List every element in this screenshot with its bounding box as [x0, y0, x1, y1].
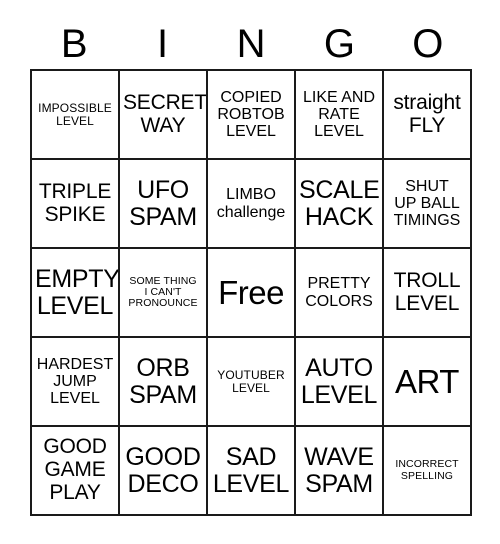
bingo-header-letter-b: B	[60, 22, 88, 66]
bingo-cell-free-space[interactable]: Free	[208, 249, 296, 338]
bingo-cell-r1c2[interactable]: SECRET WAY	[120, 71, 208, 160]
bingo-free-space-label: Free	[218, 273, 284, 311]
bingo-cell-r2c2[interactable]: UFO SPAM	[120, 160, 208, 249]
bingo-cell-label: straight FLY	[393, 90, 461, 137]
bingo-cell-r5c3[interactable]: SAD LEVEL	[208, 427, 296, 516]
bingo-cell-r2c1[interactable]: TRIPLE SPIKE	[32, 160, 120, 249]
bingo-cell-r3c4[interactable]: PRETTY COLORS	[296, 249, 384, 338]
bingo-cell-label: ART	[395, 362, 459, 400]
bingo-cell-label: LIMBO challenge	[216, 186, 286, 221]
bingo-cell-label: LIKE AND RATE LEVEL	[302, 88, 376, 141]
bingo-grid: IMPOSSIBLE LEVEL SECRET WAY COPIED ROBTO…	[30, 69, 472, 516]
bingo-cell-r1c5[interactable]: straight FLY	[384, 71, 472, 160]
bingo-cell-r5c2[interactable]: GOOD DECO	[120, 427, 208, 516]
bingo-header-letter-g: G	[323, 22, 355, 66]
bingo-cell-r5c5[interactable]: INCORRECT SPELLING	[384, 427, 472, 516]
bingo-cell-label: GOOD DECO	[125, 442, 201, 498]
bingo-cell-r2c5[interactable]: SHUT UP BALL TIMINGS	[384, 160, 472, 249]
bingo-cell-r4c4[interactable]: AUTO LEVEL	[296, 338, 384, 427]
bingo-cell-r4c5[interactable]: ART	[384, 338, 472, 427]
bingo-cell-r1c1[interactable]: IMPOSSIBLE LEVEL	[32, 71, 120, 160]
bingo-cell-label: ORB SPAM	[129, 353, 197, 409]
bingo-cell-r1c4[interactable]: LIKE AND RATE LEVEL	[296, 71, 384, 160]
bingo-card: B I N G O IMPOSSIBLE LEVEL SECRET WAY CO…	[0, 0, 500, 544]
bingo-cell-r5c4[interactable]: WAVE SPAM	[296, 427, 384, 516]
bingo-cell-r3c5[interactable]: TROLL LEVEL	[384, 249, 472, 338]
bingo-cell-r1c3[interactable]: COPIED ROBTOB LEVEL	[208, 71, 296, 160]
bingo-cell-r2c4[interactable]: SCALE HACK	[296, 160, 384, 249]
bingo-cell-r4c1[interactable]: HARDEST JUMP LEVEL	[32, 338, 120, 427]
bingo-cell-label: WAVE SPAM	[304, 442, 374, 498]
bingo-cell-label: INCORRECT SPELLING	[395, 458, 459, 482]
bingo-cell-r3c2[interactable]: SOME THING I CAN'T PRONOUNCE	[120, 249, 208, 338]
bingo-cell-label: HARDEST JUMP LEVEL	[36, 355, 114, 408]
bingo-cell-label: EMPTY LEVEL	[35, 264, 120, 320]
bingo-cell-label: PRETTY COLORS	[305, 275, 373, 310]
bingo-cell-label: UFO SPAM	[129, 175, 197, 231]
bingo-header-letter-o: O	[412, 22, 444, 66]
bingo-cell-label: SOME THING I CAN'T PRONOUNCE	[128, 274, 198, 310]
bingo-cell-r4c3[interactable]: YOUTUBER LEVEL	[208, 338, 296, 427]
bingo-cell-r5c1[interactable]: GOOD GAME PLAY	[32, 427, 120, 516]
bingo-cell-label: IMPOSSIBLE LEVEL	[38, 100, 112, 128]
bingo-cell-r4c2[interactable]: ORB SPAM	[120, 338, 208, 427]
bingo-cell-label: SECRET WAY	[123, 90, 207, 137]
bingo-cell-label: YOUTUBER LEVEL	[217, 367, 285, 395]
bingo-cell-label: TRIPLE SPIKE	[38, 179, 112, 226]
bingo-cell-r2c3[interactable]: LIMBO challenge	[208, 160, 296, 249]
bingo-cell-label: COPIED ROBTOB LEVEL	[217, 88, 285, 141]
bingo-cell-label: SAD LEVEL	[212, 442, 290, 498]
bingo-header-letter-n: N	[236, 22, 266, 66]
bingo-header-letter-i: I	[157, 22, 169, 66]
bingo-header-row: B I N G O	[30, 20, 472, 68]
bingo-cell-r3c1[interactable]: EMPTY LEVEL	[32, 249, 120, 338]
bingo-cell-label: SHUT UP BALL TIMINGS	[393, 177, 461, 230]
bingo-cell-label: AUTO LEVEL	[300, 353, 378, 409]
bingo-cell-label: TROLL LEVEL	[393, 268, 461, 315]
bingo-cell-label: SCALE HACK	[299, 175, 380, 231]
bingo-cell-label: GOOD GAME PLAY	[43, 435, 107, 504]
